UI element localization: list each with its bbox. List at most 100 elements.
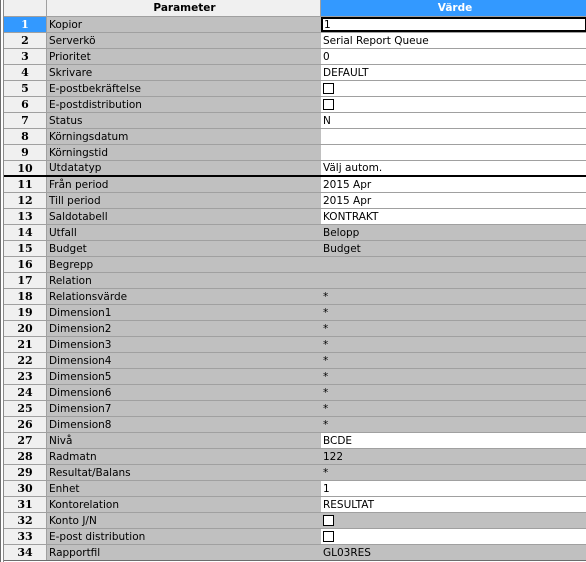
table-row[interactable]: 25 Dimension7 * [4,401,586,417]
value-input-cell[interactable]: KONTRAKT [321,209,586,224]
table-row[interactable]: 24 Dimension6 * [4,385,586,401]
corner-header-cell[interactable] [4,0,47,16]
parameter-column-header[interactable]: Parameter [47,0,321,16]
value-input-cell[interactable]: BCDE [321,433,586,448]
row-number-cell[interactable]: 2 [4,33,47,48]
table-row[interactable]: 4 Skrivare DEFAULT [4,65,586,81]
row-number-cell[interactable]: 27 [4,433,47,448]
row-number-cell[interactable]: 16 [4,257,47,272]
value-input-cell[interactable]: RESULTAT [321,497,586,512]
table-row[interactable]: 16 Begrepp [4,257,586,273]
value-input-cell[interactable]: * [321,417,586,432]
table-row[interactable]: 17 Relation [4,273,586,289]
table-row[interactable]: 18 Relationsvärde * [4,289,586,305]
table-row[interactable]: 20 Dimension2 * [4,321,586,337]
row-number-cell[interactable]: 34 [4,545,47,560]
table-row[interactable]: 33 E-post distribution [4,529,586,545]
table-row[interactable]: 22 Dimension4 * [4,353,586,369]
table-row[interactable]: 9 Körningstid [4,145,586,161]
value-column-header[interactable]: Värde [321,0,586,16]
value-checkbox-cell[interactable] [321,97,586,112]
row-number-cell[interactable]: 12 [4,193,47,208]
row-number-cell[interactable]: 8 [4,129,47,144]
row-number-cell[interactable]: 4 [4,65,47,80]
value-input-cell[interactable]: * [321,369,586,384]
table-row[interactable]: 2 Serverkö Serial Report Queue [4,33,586,49]
value-input-cell[interactable]: GL03RES [321,545,586,560]
row-number-cell[interactable]: 26 [4,417,47,432]
value-input-cell[interactable]: DEFAULT [321,65,586,80]
table-row[interactable]: 8 Körningsdatum [4,129,586,145]
row-number-cell[interactable]: 3 [4,49,47,64]
row-number-cell[interactable]: 17 [4,273,47,288]
checkbox[interactable] [323,99,334,110]
value-input-cell[interactable]: 122 [321,449,586,464]
value-input-cell[interactable]: Belopp [321,225,586,240]
value-input-cell[interactable]: 2015 Apr [321,177,586,192]
row-number-cell[interactable]: 29 [4,465,47,480]
value-input-cell[interactable]: N [321,113,586,128]
value-input-cell[interactable]: * [321,321,586,336]
value-input-cell[interactable]: Välj autom. [321,161,586,175]
value-input-cell[interactable]: * [321,385,586,400]
value-input-cell[interactable]: 2015 Apr [321,193,586,208]
value-input-cell[interactable]: 0 [321,49,586,64]
table-row[interactable]: 19 Dimension1 * [4,305,586,321]
row-number-cell[interactable]: 6 [4,97,47,112]
checkbox[interactable] [323,83,334,94]
table-row[interactable]: 5 E-postbekräftelse [4,81,586,97]
table-row[interactable]: 27 Nivå BCDE [4,433,586,449]
table-row[interactable]: 1 Kopior 1 [4,17,586,33]
table-row[interactable]: 23 Dimension5 * [4,369,586,385]
row-number-cell[interactable]: 28 [4,449,47,464]
table-row[interactable]: 7 Status N [4,113,586,129]
row-number-cell[interactable]: 30 [4,481,47,496]
row-number-cell[interactable]: 1 [4,17,47,32]
row-number-cell[interactable]: 13 [4,209,47,224]
checkbox[interactable] [323,531,334,542]
value-input-cell[interactable] [321,145,586,160]
row-number-cell[interactable]: 15 [4,241,47,256]
table-row[interactable]: 14 Utfall Belopp [4,225,586,241]
value-input-cell[interactable]: * [321,353,586,368]
row-number-cell[interactable]: 21 [4,337,47,352]
value-input-cell[interactable]: Serial Report Queue [321,33,586,48]
row-number-cell[interactable]: 9 [4,145,47,160]
value-input-cell[interactable]: 1 [321,17,586,32]
value-input-cell[interactable]: * [321,305,586,320]
row-number-cell[interactable]: 32 [4,513,47,528]
row-number-cell[interactable]: 25 [4,401,47,416]
value-input-cell[interactable]: * [321,289,586,304]
table-row[interactable]: 34 Rapportfil GL03RES [4,545,586,561]
checkbox[interactable] [323,515,334,526]
row-number-cell[interactable]: 14 [4,225,47,240]
row-number-cell[interactable]: 31 [4,497,47,512]
row-number-cell[interactable]: 22 [4,353,47,368]
table-row[interactable]: 13 Saldotabell KONTRAKT [4,209,586,225]
row-number-cell[interactable]: 18 [4,289,47,304]
table-row[interactable]: 30 Enhet 1 [4,481,586,497]
row-number-cell[interactable]: 23 [4,369,47,384]
table-row[interactable]: 32 Konto J/N [4,513,586,529]
table-row[interactable]: 26 Dimension8 * [4,417,586,433]
value-input-cell[interactable]: * [321,465,586,480]
value-checkbox-cell[interactable] [321,529,586,544]
value-input-cell[interactable]: * [321,337,586,352]
table-row[interactable]: 29 Resultat/Balans * [4,465,586,481]
value-input-cell[interactable]: * [321,401,586,416]
row-number-cell[interactable]: 20 [4,321,47,336]
table-row[interactable]: 21 Dimension3 * [4,337,586,353]
row-number-cell[interactable]: 7 [4,113,47,128]
value-input-cell[interactable]: Budget [321,241,586,256]
row-number-cell[interactable]: 11 [4,177,47,192]
value-checkbox-cell[interactable] [321,513,586,528]
table-row[interactable]: 28 Radmatn 122 [4,449,586,465]
value-input-cell[interactable] [321,129,586,144]
value-checkbox-cell[interactable] [321,81,586,96]
row-number-cell[interactable]: 10 [4,161,47,175]
row-number-cell[interactable]: 5 [4,81,47,96]
table-row[interactable]: 10 Utdatatyp Välj autom. [4,161,586,177]
value-input-cell[interactable] [321,257,586,272]
row-number-cell[interactable]: 24 [4,385,47,400]
value-input-cell[interactable]: 1 [321,481,586,496]
